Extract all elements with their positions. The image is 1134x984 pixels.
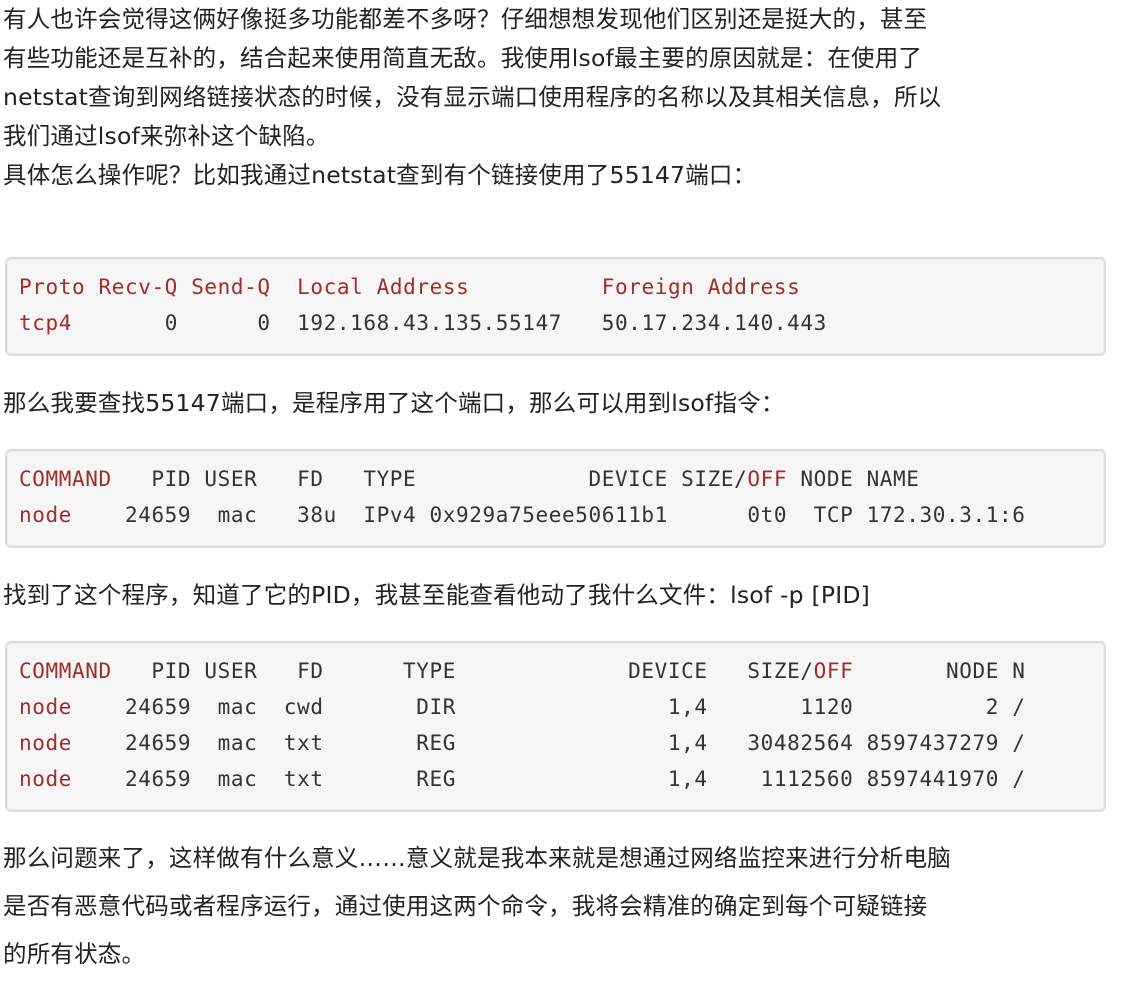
lsof-port-row-values: 24659 mac 38u IPv4 0x929a75eee50611b1 0t… — [71, 503, 1026, 527]
lsof-pid-header-command: COMMAND — [19, 659, 112, 683]
netstat-header-foreign: Foreign Address — [601, 275, 801, 299]
lsof-pid-row-values: 24659 mac txt REG 1,4 1112560 8597441970… — [71, 767, 1026, 791]
netstat-row-proto: tcp4 — [19, 311, 72, 335]
paragraph-lsof-intro: 那么我要查找55147端口，是程序用了这个端口，那么可以用到lsof指令： — [3, 389, 785, 417]
lsof-port-header-command: COMMAND — [19, 467, 112, 491]
code-block-lsof-port: COMMAND PID USER FD TYPE DEVICE SIZE/OFF… — [5, 449, 1106, 548]
paragraph-conclusion-line-2: 是否有恶意代码或者程序运行，通过使用这两个命令，我将会精准的确定到每个可疑链接 — [3, 892, 928, 920]
lsof-port-row: node 24659 mac 38u IPv4 0x929a75eee50611… — [19, 497, 1026, 533]
paragraph-intro-line-2: 有些功能还是互补的，结合起来使用简直无敌。我使用lsof最主要的原因就是：在使用… — [3, 44, 923, 72]
lsof-pid-row: node 24659 mac txt REG 1,4 30482564 8597… — [19, 725, 1026, 761]
paragraph-intro-line-4: 我们通过lsof来弥补这个缺陷。 — [3, 122, 330, 150]
lsof-pid-row: node 24659 mac cwd DIR 1,4 1120 2 / — [19, 689, 1026, 725]
lsof-port-header-columns-end: NODE NAME — [787, 467, 920, 491]
paragraph-conclusion-line-3: 的所有状态。 — [3, 940, 146, 968]
lsof-pid-row-values: 24659 mac txt REG 1,4 30482564 859743727… — [71, 731, 1026, 755]
paragraph-intro-line-5: 具体怎么操作呢？比如我通过netstat查到有个链接使用了55147端口： — [3, 161, 757, 189]
netstat-row: tcp4 0 0 192.168.43.135.55147 50.17.234.… — [19, 305, 827, 341]
lsof-pid-row: node 24659 mac txt REG 1,4 1112560 85974… — [19, 761, 1026, 797]
lsof-pid-header-columns: PID USER FD TYPE DEVICE SIZE/ — [111, 659, 814, 683]
netstat-header-local: Local Address — [297, 275, 470, 299]
lsof-pid-header-columns-end: NODE N — [853, 659, 1026, 683]
paragraph-intro-line-1: 有人也许会觉得这俩好像挺多功能都差不多呀？仔细想想发现他们区别还是挺大的，甚至 — [3, 5, 928, 33]
code-block-lsof-pid: COMMAND PID USER FD TYPE DEVICE SIZE/OFF… — [5, 641, 1106, 812]
lsof-pid-row-values: 24659 mac cwd DIR 1,4 1120 2 / — [71, 695, 1026, 719]
netstat-row-sendq: 0 — [257, 311, 271, 335]
netstat-row-foreign: 50.17.234.140.443 — [601, 311, 827, 335]
netstat-header-sendq: Send-Q — [191, 275, 271, 299]
paragraph-lsof-pid: 找到了这个程序，知道了它的PID，我甚至能查看他动了我什么文件：lsof -p … — [3, 581, 870, 609]
lsof-pid-row-command: node — [19, 695, 72, 719]
netstat-header: Proto Recv-Q Send-Q Local Address Foreig… — [19, 269, 800, 305]
netstat-header-recvq: Recv-Q — [98, 275, 178, 299]
netstat-header-proto: Proto — [19, 275, 86, 299]
lsof-pid-header: COMMAND PID USER FD TYPE DEVICE SIZE/OFF… — [19, 653, 1026, 689]
lsof-pid-row-command: node — [19, 731, 72, 755]
lsof-port-header-off: OFF — [747, 467, 788, 491]
lsof-port-row-command: node — [19, 503, 72, 527]
lsof-pid-header-off: OFF — [813, 659, 854, 683]
lsof-port-header: COMMAND PID USER FD TYPE DEVICE SIZE/OFF… — [19, 461, 920, 497]
paragraph-intro-line-3: netstat查询到网络链接状态的时候，没有显示端口使用程序的名称以及其相关信息… — [3, 83, 942, 111]
paragraph-conclusion-line-1: 那么问题来了，这样做有什么意义……意义就是我本来就是想通过网络监控来进行分析电脑 — [3, 844, 951, 872]
code-block-netstat: Proto Recv-Q Send-Q Local Address Foreig… — [5, 257, 1106, 356]
netstat-row-recvq: 0 — [164, 311, 178, 335]
netstat-row-local: 192.168.43.135.55147 — [297, 311, 563, 335]
lsof-port-header-columns: PID USER FD TYPE DEVICE SIZE/ — [111, 467, 748, 491]
lsof-pid-row-command: node — [19, 767, 72, 791]
